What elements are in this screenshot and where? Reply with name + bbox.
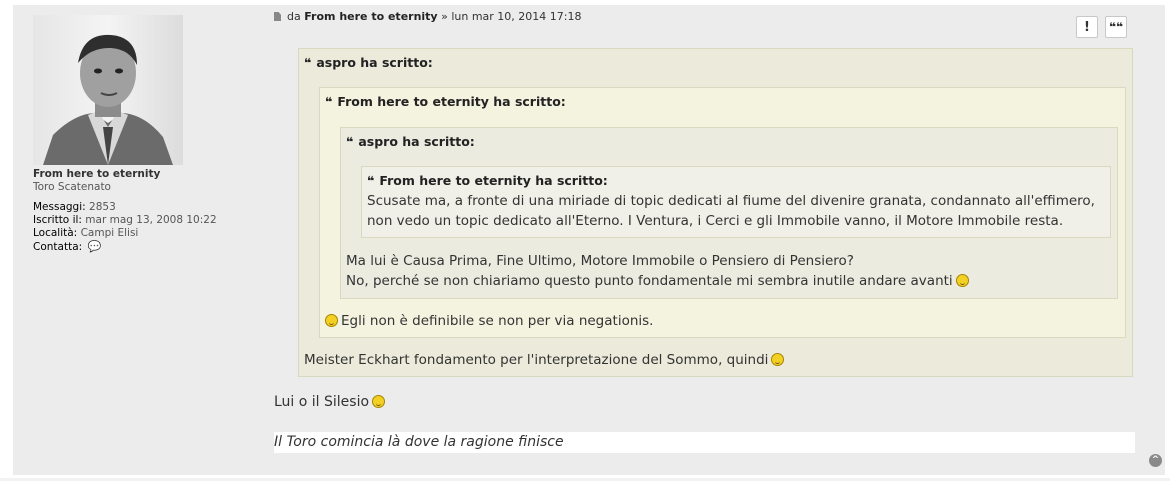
laughing-smiley-icon bbox=[325, 314, 338, 327]
post-signature: Il Toro comincia là dove la ragione fini… bbox=[274, 432, 1135, 453]
quote-icon: ❝❝ bbox=[1108, 20, 1124, 34]
quote-button[interactable]: ❝❝ bbox=[1105, 16, 1127, 38]
laughing-smiley-icon bbox=[771, 353, 785, 366]
user-profile: From here to eternity Toro Scatenato Mes… bbox=[33, 168, 253, 254]
profile-joined: Iscritto il: mar mag 13, 2008 10:22 bbox=[33, 214, 253, 227]
quote-mark-icon: ❝ bbox=[367, 173, 375, 188]
post-body-line-wrap: Lui o il Silesio bbox=[274, 392, 386, 412]
q4-line-1: Scusate ma, a fronte di una miriade di t… bbox=[367, 193, 1095, 209]
posts-value[interactable]: 2853 bbox=[89, 201, 116, 213]
profile-username[interactable]: From here to eternity bbox=[33, 168, 253, 181]
quote-cite-4: ❝ From here to eternity ha scritto: bbox=[367, 173, 608, 188]
quote-mark-icon: ❝ bbox=[346, 134, 354, 149]
quote-cite-1: ❝ aspro ha scritto: bbox=[304, 55, 433, 70]
post-container: From here to eternity Toro Scatenato Mes… bbox=[13, 5, 1165, 475]
profile-location: Località: Campi Elisi bbox=[33, 227, 253, 240]
q4-line-2: non vedo un topic dedicato all'Eterno. I… bbox=[367, 213, 1064, 229]
laughing-smiley-icon bbox=[955, 274, 969, 287]
q3-line-1: Ma lui è Causa Prima, Fine Ultimo, Motor… bbox=[346, 253, 854, 269]
joined-label: Iscritto il: bbox=[33, 214, 82, 226]
quote-mark-icon: ❝ bbox=[325, 94, 333, 109]
post-author-link[interactable]: From here to eternity bbox=[304, 10, 437, 23]
q2-line-1: Egli non è definibile se non per via neg… bbox=[341, 313, 654, 329]
q1-line-1: Meister Eckhart fondamento per l'interpr… bbox=[304, 352, 769, 368]
profile-rank: Toro Scatenato bbox=[33, 181, 111, 193]
report-icon: ! bbox=[1084, 19, 1090, 35]
quote-cite-3-text[interactable]: aspro ha scritto: bbox=[358, 134, 474, 149]
q3-line-2-wrap: No, perché se non chiariamo questo punto… bbox=[346, 271, 969, 291]
q2-line-1-wrap: Egli non è definibile se non per via neg… bbox=[325, 311, 653, 331]
location-label: Località: bbox=[33, 227, 78, 239]
quote-mark-icon: ❝ bbox=[304, 55, 312, 70]
quote-cite-3: ❝ aspro ha scritto: bbox=[346, 134, 475, 149]
quote-cite-2: ❝ From here to eternity ha scritto: bbox=[325, 94, 566, 109]
laughing-smiley-icon bbox=[372, 395, 386, 408]
posts-label: Messaggi: bbox=[33, 201, 86, 213]
post-body-line: Lui o il Silesio bbox=[274, 394, 370, 410]
post-author-line: da From here to eternity » lun mar 10, 2… bbox=[274, 10, 582, 23]
report-button[interactable]: ! bbox=[1076, 16, 1098, 38]
joined-value: mar mag 13, 2008 10:22 bbox=[85, 214, 217, 226]
quote-cite-4-text[interactable]: From here to eternity ha scritto: bbox=[379, 173, 607, 188]
post-file-icon[interactable] bbox=[274, 12, 281, 21]
quote-cite-1-text[interactable]: aspro ha scritto: bbox=[316, 55, 432, 70]
profile-contact: Contatta: 💬 bbox=[33, 240, 253, 254]
author-prefix: da bbox=[287, 10, 301, 23]
back-to-top-icon[interactable]: ^ bbox=[1149, 454, 1162, 467]
quote-cite-2-text[interactable]: From here to eternity ha scritto: bbox=[337, 94, 565, 109]
q1-line-1-wrap: Meister Eckhart fondamento per l'interpr… bbox=[304, 350, 785, 370]
q3-line-2: No, perché se non chiariamo questo punto… bbox=[346, 273, 953, 289]
speech-bubble-icon[interactable]: 💬 bbox=[88, 240, 102, 253]
location-value: Campi Elisi bbox=[80, 227, 139, 239]
contact-label: Contatta: bbox=[33, 241, 83, 253]
post-date: » lun mar 10, 2014 17:18 bbox=[441, 10, 582, 23]
user-avatar[interactable] bbox=[33, 15, 183, 165]
profile-posts: Messaggi: 2853 bbox=[33, 201, 253, 214]
